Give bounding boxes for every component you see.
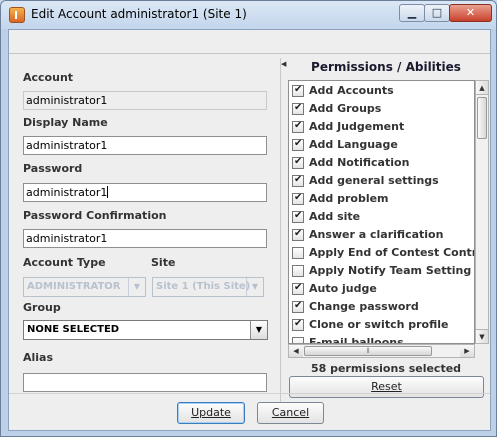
checkbox-icon[interactable]: [292, 120, 304, 133]
checkbox-icon[interactable]: [292, 265, 304, 277]
dialog-content: Account administrator1 Display Name admi…: [8, 29, 491, 431]
checkbox-icon[interactable]: [292, 102, 304, 115]
permission-item[interactable]: Add Notification: [291, 154, 474, 172]
vertical-scroll-thumb[interactable]: [477, 97, 487, 139]
account-type-select[interactable]: ADMINISTRATOR ▼: [23, 277, 146, 297]
checkbox-icon[interactable]: [292, 156, 304, 169]
permission-item[interactable]: Apply Notify Team Setting to Board: [291, 262, 474, 280]
permission-item[interactable]: Add Language: [291, 136, 474, 154]
permission-item[interactable]: Add general settings: [291, 172, 474, 190]
account-field: administrator1: [23, 91, 267, 110]
close-button[interactable]: ✕: [449, 4, 492, 22]
site-value: Site 1 (This Site): [156, 281, 251, 292]
checkbox-icon[interactable]: [292, 247, 304, 259]
permission-item[interactable]: Auto judge: [291, 280, 474, 298]
scroll-up-icon[interactable]: ▲: [476, 81, 488, 95]
permission-item[interactable]: Clone or switch profile: [291, 316, 474, 334]
window-title: Edit Account administrator1 (Site 1): [31, 7, 247, 21]
maximize-icon: □: [431, 6, 443, 19]
permission-item[interactable]: Add Accounts: [291, 82, 474, 100]
permissions-horizontal-scrollbar[interactable]: ◀ ⦀ ▶: [288, 344, 475, 358]
site-label: Site: [151, 256, 176, 269]
password-field[interactable]: administrator1: [23, 183, 267, 202]
checkbox-icon[interactable]: [292, 174, 304, 187]
permission-item[interactable]: Change password: [291, 298, 474, 316]
alias-label: Alias: [23, 351, 54, 364]
java-cup-icon: [9, 7, 25, 23]
permission-item[interactable]: Apply End of Contest Controls: [291, 244, 474, 262]
chevron-down-icon: ▼: [128, 278, 145, 296]
checkbox-icon[interactable]: [292, 210, 304, 223]
checkbox-icon[interactable]: [292, 300, 304, 313]
chevron-down-icon: ▼: [246, 278, 263, 296]
checkbox-icon[interactable]: [292, 318, 304, 331]
group-value: NONE SELECTED: [27, 324, 120, 335]
checkbox-icon[interactable]: [292, 282, 304, 295]
group-label: Group: [23, 301, 61, 314]
minimize-button[interactable]: ▁: [399, 4, 425, 22]
split-divider[interactable]: ◀: [280, 58, 286, 402]
permission-item[interactable]: Add problem: [291, 190, 474, 208]
account-type-label: Account Type: [23, 256, 106, 269]
scroll-down-icon[interactable]: ▼: [476, 329, 488, 343]
account-label: Account: [23, 71, 74, 84]
permissions-vertical-scrollbar[interactable]: ▲ ▼: [475, 80, 489, 344]
maximize-button[interactable]: □: [424, 4, 450, 22]
display-name-field[interactable]: administrator1: [23, 136, 267, 155]
checkbox-icon[interactable]: [292, 228, 304, 241]
group-select[interactable]: NONE SELECTED ▼: [23, 320, 268, 340]
password-confirmation-field[interactable]: administrator1: [23, 229, 267, 248]
permissions-title: Permissions / Abilities: [311, 60, 461, 74]
password-confirmation-label: Password Confirmation: [23, 209, 167, 222]
permission-item[interactable]: Add Groups: [291, 100, 474, 118]
display-name-label: Display Name: [23, 116, 108, 129]
checkbox-icon[interactable]: [292, 192, 304, 205]
password-label: Password: [23, 162, 83, 175]
horizontal-scroll-thumb[interactable]: ⦀: [304, 346, 432, 356]
site-select[interactable]: Site 1 (This Site) ▼: [152, 277, 264, 297]
title-bar: Edit Account administrator1 (Site 1) ▁ □…: [1, 1, 496, 29]
cancel-button[interactable]: Cancel: [257, 402, 324, 424]
permission-item[interactable]: Add Judgement: [291, 118, 474, 136]
close-icon: ✕: [465, 6, 476, 19]
account-type-value: ADMINISTRATOR: [27, 281, 121, 292]
permission-item[interactable]: Add site: [291, 208, 474, 226]
permissions-count: 58 permissions selected: [310, 362, 462, 375]
scroll-right-icon[interactable]: ▶: [460, 345, 474, 357]
scroll-corner: [475, 344, 489, 358]
button-bar-divider: [9, 393, 490, 394]
scroll-left-icon[interactable]: ◀: [289, 345, 303, 357]
minimize-icon: ▁: [407, 6, 417, 19]
checkbox-icon[interactable]: [292, 138, 304, 151]
permission-item[interactable]: E-mail balloons: [291, 334, 474, 343]
permission-item[interactable]: Answer a clarification: [291, 226, 474, 244]
message-strip: [9, 30, 490, 54]
checkbox-icon[interactable]: [292, 84, 304, 97]
update-button[interactable]: Update: [177, 402, 245, 424]
reset-button[interactable]: Reset: [289, 376, 484, 398]
collapse-arrow-icon[interactable]: ◀: [281, 60, 286, 68]
permissions-list: Add Accounts Add Groups Add Judgement Ad…: [288, 80, 475, 344]
alias-field[interactable]: [23, 373, 267, 392]
checkbox-icon[interactable]: [292, 337, 304, 343]
dialog-window: Edit Account administrator1 (Site 1) ▁ □…: [0, 0, 497, 437]
chevron-down-icon: ▼: [250, 321, 267, 339]
